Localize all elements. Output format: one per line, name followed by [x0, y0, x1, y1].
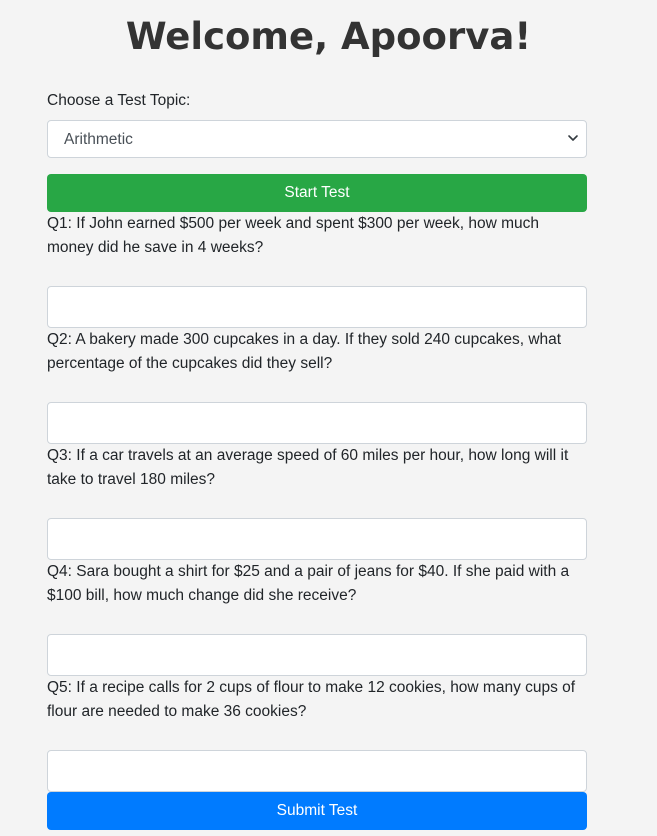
answer-input-5[interactable] — [47, 750, 587, 792]
answer-input-1[interactable] — [47, 286, 587, 328]
answer-input-2[interactable] — [47, 402, 587, 444]
topic-select[interactable]: Arithmetic — [47, 120, 587, 158]
question-text: Q2: A bakery made 300 cupcakes in a day.… — [47, 331, 562, 372]
question-2: Q2: A bakery made 300 cupcakes in a day.… — [47, 328, 587, 444]
question-text: Q3: If a car travels at an average speed… — [47, 447, 569, 488]
question-3: Q3: If a car travels at an average speed… — [47, 444, 587, 560]
answer-input-4[interactable] — [47, 634, 587, 676]
topic-select-wrapper: Arithmetic — [47, 120, 587, 158]
question-text: Q5: If a recipe calls for 2 cups of flou… — [47, 679, 576, 720]
question-text: Q4: Sara bought a shirt for $25 and a pa… — [47, 563, 570, 604]
topic-label: Choose a Test Topic: — [47, 92, 191, 109]
start-test-button[interactable]: Start Test — [47, 174, 587, 212]
submit-test-button[interactable]: Submit Test — [47, 792, 587, 830]
page-title: Welcome, Apoorva! — [125, 15, 532, 58]
answer-input-3[interactable] — [47, 518, 587, 560]
question-text: Q1: If John earned $500 per week and spe… — [47, 215, 540, 256]
question-4: Q4: Sara bought a shirt for $25 and a pa… — [47, 560, 587, 676]
question-5: Q5: If a recipe calls for 2 cups of flou… — [47, 676, 587, 792]
question-1: Q1: If John earned $500 per week and spe… — [47, 212, 587, 328]
